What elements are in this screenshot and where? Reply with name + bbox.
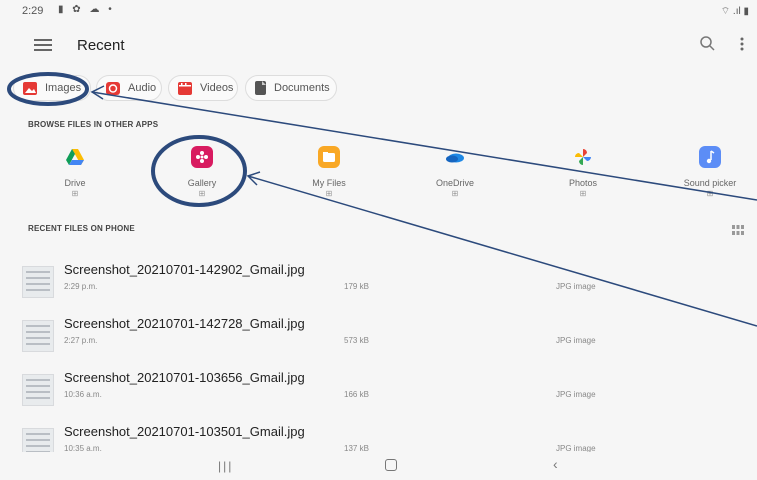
recent-apps-button[interactable]: ||| xyxy=(218,459,233,473)
file-size: 179 kB xyxy=(344,282,369,291)
file-row[interactable]: Screenshot_20210701-103656_Gmail.jpg 10:… xyxy=(0,370,757,420)
system-nav-bar: ||| ‹ xyxy=(0,452,757,480)
app-add-icon: ⊞ xyxy=(706,189,714,198)
app-label: Sound picker xyxy=(683,178,737,188)
chip-label: Images xyxy=(45,82,82,94)
file-name: Screenshot_20210701-142728_Gmail.jpg xyxy=(64,316,305,331)
app-bar: Recent xyxy=(0,28,757,64)
status-time: 2:29 xyxy=(22,5,44,17)
page-title: Recent xyxy=(77,37,125,54)
system-status-icons: ⌔ .ıl ▮ xyxy=(720,6,749,17)
chip-documents[interactable]: Documents xyxy=(245,75,337,101)
app-label: Gallery xyxy=(187,178,217,188)
document-icon xyxy=(255,81,266,95)
app-add-icon: ⊞ xyxy=(198,189,206,198)
menu-icon[interactable] xyxy=(34,36,52,52)
image-icon xyxy=(23,81,37,95)
app-add-icon: ⊞ xyxy=(579,189,587,198)
app-my-files[interactable]: My Files ⊞ xyxy=(274,146,384,198)
chip-videos[interactable]: Videos xyxy=(168,75,238,101)
home-button[interactable] xyxy=(385,459,397,471)
notification-icons: ▮ ✿ ☁ • xyxy=(58,4,115,15)
drive-icon xyxy=(64,146,86,168)
file-thumbnail xyxy=(22,428,54,452)
chip-label: Documents xyxy=(274,82,330,94)
status-bar: 2:29 ▮ ✿ ☁ • ⌔ .ıl ▮ xyxy=(0,0,757,24)
chip-label: Videos xyxy=(200,82,234,94)
app-onedrive[interactable]: OneDrive ⊞ xyxy=(400,146,510,198)
app-label: My Files xyxy=(312,178,346,188)
section-label-recent-files: RECENT FILES ON PHONE xyxy=(28,224,135,233)
file-row[interactable]: Screenshot_20210701-103501_Gmail.jpg 10:… xyxy=(0,424,757,452)
app-label: Drive xyxy=(64,178,86,188)
sound-picker-icon xyxy=(699,146,721,168)
gallery-icon xyxy=(191,146,213,168)
file-name: Screenshot_20210701-103501_Gmail.jpg xyxy=(64,424,305,439)
file-time: 2:29 p.m. xyxy=(64,282,98,291)
more-options-icon[interactable] xyxy=(736,34,748,54)
file-type: JPG image xyxy=(556,336,596,345)
file-time: 10:35 a.m. xyxy=(64,444,102,452)
file-size: 137 kB xyxy=(344,444,369,452)
chip-audio[interactable]: Audio xyxy=(96,75,162,101)
audio-icon xyxy=(106,81,120,95)
app-add-icon: ⊞ xyxy=(451,189,459,198)
app-label: Photos xyxy=(568,178,598,188)
back-button[interactable]: ‹ xyxy=(553,456,558,472)
grid-view-icon[interactable] xyxy=(732,222,744,235)
file-row[interactable]: Screenshot_20210701-142728_Gmail.jpg 2:2… xyxy=(0,316,757,366)
video-icon xyxy=(178,81,192,95)
file-row[interactable]: Screenshot_20210701-142902_Gmail.jpg 2:2… xyxy=(0,262,757,312)
file-type: JPG image xyxy=(556,444,596,452)
section-label-apps: BROWSE FILES IN OTHER APPS xyxy=(28,120,159,129)
my-files-icon xyxy=(318,146,340,168)
file-name: Screenshot_20210701-142902_Gmail.jpg xyxy=(64,262,305,277)
chip-images[interactable]: Images xyxy=(13,75,91,101)
app-add-icon: ⊞ xyxy=(71,189,79,198)
file-thumbnail xyxy=(22,374,54,406)
app-photos[interactable]: Photos ⊞ xyxy=(528,146,638,198)
app-add-icon: ⊞ xyxy=(325,189,333,198)
app-label: OneDrive xyxy=(435,178,474,188)
search-icon[interactable] xyxy=(698,34,718,54)
app-gallery[interactable]: Gallery ⊞ xyxy=(147,146,257,198)
app-drive[interactable]: Drive ⊞ xyxy=(20,146,130,198)
onedrive-icon xyxy=(444,146,466,168)
file-type: JPG image xyxy=(556,282,596,291)
chip-label: Audio xyxy=(128,82,157,94)
file-thumbnail xyxy=(22,320,54,352)
app-sound-picker[interactable]: Sound picker ⊞ xyxy=(655,146,757,198)
file-time: 10:36 a.m. xyxy=(64,390,102,399)
file-type: JPG image xyxy=(556,390,596,399)
file-size: 573 kB xyxy=(344,336,369,345)
file-thumbnail xyxy=(22,266,54,298)
file-size: 166 kB xyxy=(344,390,369,399)
photos-icon xyxy=(572,146,594,168)
file-time: 2:27 p.m. xyxy=(64,336,98,345)
file-name: Screenshot_20210701-103656_Gmail.jpg xyxy=(64,370,305,385)
